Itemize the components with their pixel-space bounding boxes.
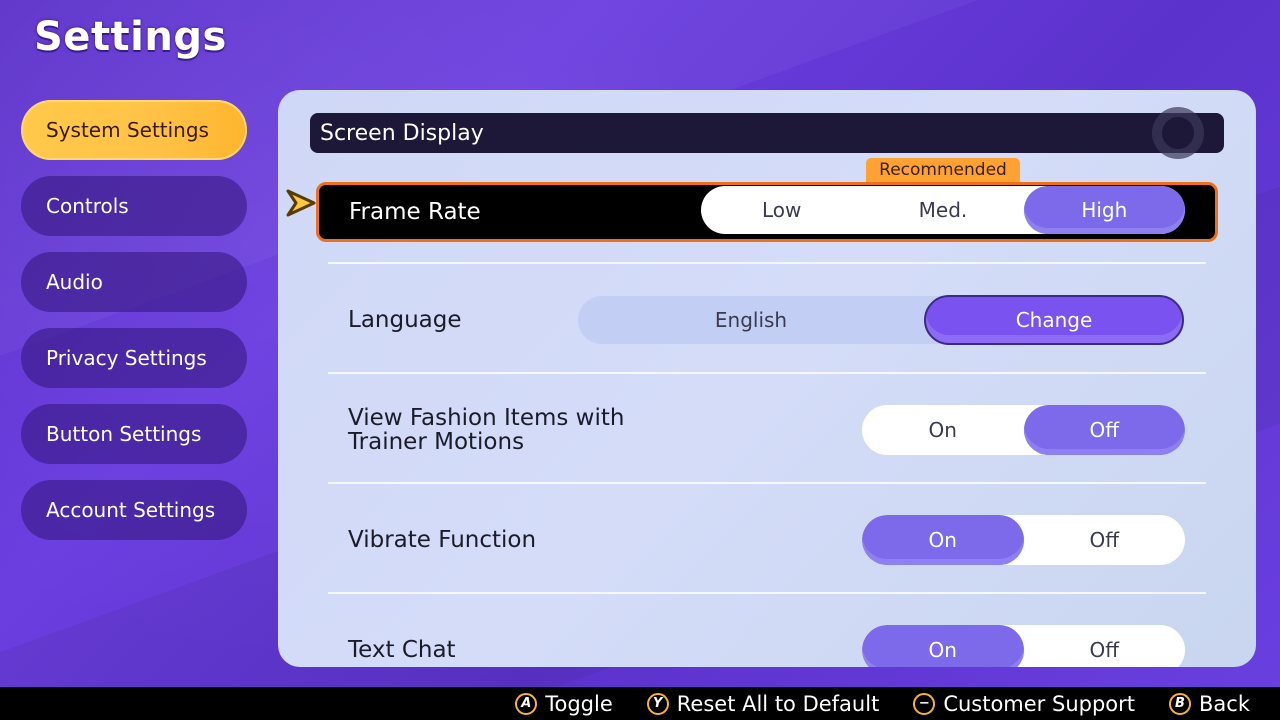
b-button-icon: B xyxy=(1169,692,1192,715)
fashion-label-line2: Trainer Motions xyxy=(348,429,525,455)
footer-hints: A Toggle Y Reset All to Default − Custom… xyxy=(0,687,1280,720)
sidebar: System Settings Controls Audio Privacy S… xyxy=(21,100,247,556)
vibrate-option-off[interactable]: Off xyxy=(1024,515,1186,565)
sidebar-item-system-settings[interactable]: System Settings xyxy=(21,100,247,160)
a-button-icon: A xyxy=(515,692,538,715)
vibrate-option-on[interactable]: On xyxy=(862,515,1024,565)
frame-rate-option-high[interactable]: High xyxy=(1023,186,1185,234)
hint-label: Customer Support xyxy=(943,691,1136,716)
selection-arrow-icon xyxy=(286,189,316,217)
hint-back[interactable]: B Back xyxy=(1169,692,1250,716)
section-title: Screen Display xyxy=(320,120,484,146)
hint-toggle[interactable]: A Toggle xyxy=(515,692,613,716)
frame-rate-option-low[interactable]: Low xyxy=(701,186,862,234)
fashion-label: View Fashion Items with Trainer Motions xyxy=(328,406,624,454)
divider xyxy=(328,592,1206,594)
y-button-icon: Y xyxy=(646,692,669,715)
sidebar-item-account-settings[interactable]: Account Settings xyxy=(21,480,247,540)
divider xyxy=(328,482,1206,484)
hint-label: Toggle xyxy=(545,691,613,716)
hint-reset-all[interactable]: Y Reset All to Default xyxy=(646,691,880,716)
sidebar-item-controls[interactable]: Controls xyxy=(21,176,247,236)
sidebar-item-privacy-settings[interactable]: Privacy Settings xyxy=(21,328,247,388)
text-chat-label: Text Chat xyxy=(348,637,456,663)
recommended-badge: Recommended xyxy=(866,158,1020,182)
frame-rate-label: Frame Rate xyxy=(349,199,481,225)
divider xyxy=(328,262,1206,264)
hint-label: Reset All to Default xyxy=(676,691,880,716)
text-chat-toggle: On Off xyxy=(862,625,1185,667)
fashion-option-on[interactable]: On xyxy=(862,405,1024,455)
fashion-option-off[interactable]: Off xyxy=(1023,405,1185,455)
sidebar-item-audio[interactable]: Audio xyxy=(21,252,247,312)
settings-panel: Screen Display Recommended Frame Rate Lo… xyxy=(278,90,1256,667)
section-header: Screen Display xyxy=(310,107,1224,159)
pokeball-icon xyxy=(1152,107,1204,159)
fashion-toggle: On Off xyxy=(862,405,1185,455)
language-value: English xyxy=(714,308,788,332)
vibrate-label: Vibrate Function xyxy=(348,527,537,553)
hint-label: Back xyxy=(1199,691,1250,716)
language-label: Language xyxy=(348,307,462,333)
text-chat-option-on[interactable]: On xyxy=(862,625,1024,667)
text-chat-option-off[interactable]: Off xyxy=(1024,625,1186,667)
sidebar-item-button-settings[interactable]: Button Settings xyxy=(21,404,247,464)
page-title: Settings xyxy=(34,14,227,60)
hint-customer-support[interactable]: − Customer Support xyxy=(913,692,1135,716)
frame-rate-selector: Low Med. High xyxy=(701,186,1185,234)
vibrate-toggle: On Off xyxy=(862,515,1185,565)
minus-button-icon: − xyxy=(913,692,936,715)
divider xyxy=(328,372,1206,374)
frame-rate-option-med[interactable]: Med. xyxy=(862,186,1023,234)
fashion-label-line1: View Fashion Items with xyxy=(348,405,625,431)
change-language-button[interactable]: Change xyxy=(924,295,1184,345)
